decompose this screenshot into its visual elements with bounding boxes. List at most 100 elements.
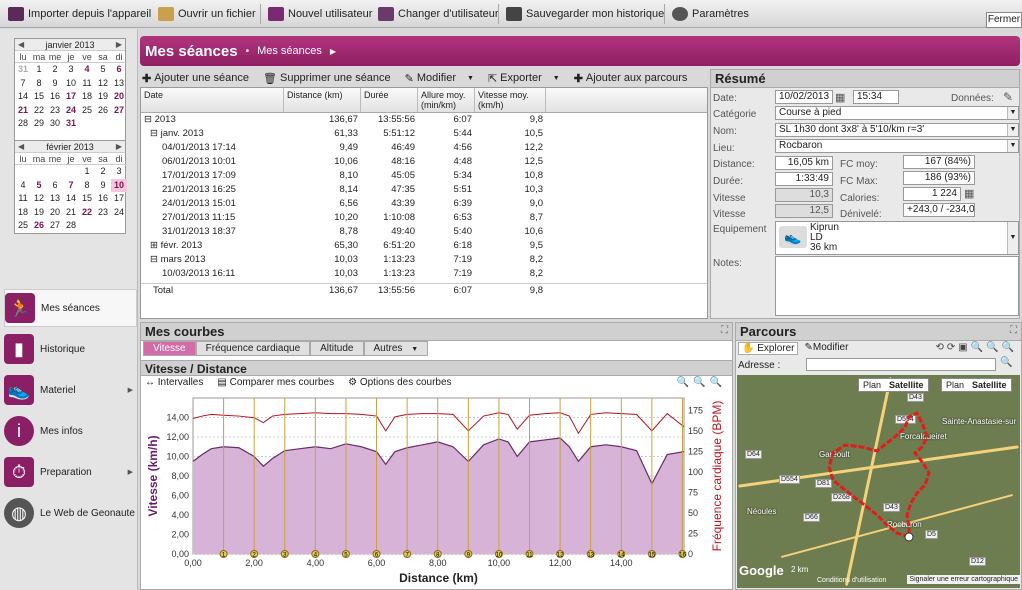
col-duree[interactable]: Durée bbox=[361, 88, 418, 112]
calendar-day[interactable]: 24 bbox=[111, 206, 127, 220]
table-row[interactable]: 27/01/2013 11:15 10,20 1:10:08 6:53 8,7 bbox=[141, 211, 707, 225]
nav-preparation[interactable]: ⏱ Preparation ▶ bbox=[4, 453, 137, 491]
maximize-icon[interactable]: ⛶ bbox=[1010, 325, 1017, 336]
calendar-icon[interactable]: ▦ bbox=[835, 91, 845, 104]
calendar-day[interactable]: 2 bbox=[95, 165, 111, 179]
table-row[interactable]: 17/01/2013 17:09 8,10 45:05 5:34 10,8 bbox=[141, 169, 707, 183]
modify-button[interactable]: ✎ Modifier ▼ bbox=[405, 72, 474, 85]
location-field[interactable]: Rocbaron ▼ bbox=[775, 139, 1019, 153]
calendar-day[interactable]: 17 bbox=[63, 90, 79, 104]
calendar-day[interactable]: 26 bbox=[95, 104, 111, 118]
calendar-day[interactable]: 19 bbox=[95, 90, 111, 104]
calendar-day[interactable]: 9 bbox=[95, 179, 111, 193]
calendar-day[interactable]: 3 bbox=[111, 165, 127, 179]
table-row[interactable]: 06/01/2013 10:01 10,06 48:16 4:48 12,5 bbox=[141, 155, 707, 169]
close-button[interactable]: Fermer bbox=[986, 12, 1022, 28]
calendar-day[interactable]: 30 bbox=[47, 117, 63, 131]
calendar-day[interactable]: 13 bbox=[111, 77, 127, 91]
col-distance[interactable]: Distance (km) bbox=[284, 88, 361, 112]
prev-month-icon[interactable]: ◀ bbox=[18, 39, 24, 51]
prev-month-icon[interactable]: ◀ bbox=[18, 141, 24, 153]
calendar-day[interactable]: 11 bbox=[15, 192, 31, 206]
tab-altitude[interactable]: Altitude bbox=[310, 341, 364, 356]
speed-distance-chart[interactable]: 0,00 2,00 4,00 6,00 8,00 10,00 12,00 14,00 0 25 50… bbox=[141, 392, 732, 589]
nav-web-geonaute[interactable]: ◍ Le Web de Geonaute bbox=[4, 494, 137, 532]
next-month-icon[interactable]: ▶ bbox=[116, 141, 122, 153]
elevation-field[interactable]: +243,0 / -234,0 bbox=[903, 203, 975, 217]
table-row[interactable]: 24/01/2013 15:01 6,56 43:39 6:39 9,0 bbox=[141, 197, 707, 211]
open-file-button[interactable]: Ouvrir un fichier bbox=[158, 5, 256, 23]
search-icon[interactable]: 🔍 bbox=[1000, 357, 1012, 368]
category-select[interactable]: Course à pied ▼ bbox=[775, 106, 1019, 120]
calendar-day[interactable]: 21 bbox=[15, 104, 31, 118]
modify-route-button[interactable]: ✎Modifier bbox=[804, 342, 848, 355]
intervals-button[interactable]: ↔ Intervalles bbox=[145, 377, 203, 391]
calendar-day[interactable]: 18 bbox=[79, 90, 95, 104]
col-vitesse[interactable]: Vitesse moy. (km/h) bbox=[475, 88, 546, 112]
calendar-day[interactable]: 8 bbox=[31, 77, 47, 91]
calendar-day[interactable]: 22 bbox=[79, 206, 95, 220]
date-field[interactable]: 10/02/2013 bbox=[775, 90, 833, 104]
calendar-day[interactable]: 24 bbox=[63, 104, 79, 118]
calendar-day[interactable]: 12 bbox=[31, 192, 47, 206]
breadcrumb[interactable]: Mes séances bbox=[257, 45, 322, 57]
calendar-day[interactable]: 14 bbox=[15, 90, 31, 104]
tab-frequence-cardiaque[interactable]: Fréquence cardiaque bbox=[195, 341, 311, 356]
add-to-routes-button[interactable]: ✚ Ajouter aux parcours bbox=[574, 72, 688, 85]
calendar-day[interactable]: 10 bbox=[111, 178, 127, 192]
calories-field[interactable]: 1 224 bbox=[903, 187, 961, 201]
calendar-day[interactable]: 23 bbox=[95, 206, 111, 220]
address-input[interactable] bbox=[806, 358, 996, 371]
name-field[interactable]: SL 1h30 dont 3x8' à 5'10/km r=3' ▼ bbox=[775, 123, 1019, 137]
distance-field[interactable]: 16,05 km bbox=[775, 156, 833, 170]
calendar-day[interactable]: 8 bbox=[79, 179, 95, 193]
calendar-day[interactable]: 7 bbox=[15, 77, 31, 91]
calendar-day[interactable]: 1 bbox=[79, 165, 95, 179]
equipment-field[interactable]: 👟 Kiprun LD 36 km ▼ bbox=[775, 221, 1019, 255]
calendar-day[interactable]: 12 bbox=[95, 77, 111, 91]
map-terms[interactable]: Conditions d'utilisation bbox=[817, 577, 886, 584]
table-row[interactable]: ⊞ févr. 2013 65,30 6:51:20 6:18 9,5 bbox=[141, 239, 707, 253]
notes-field[interactable] bbox=[775, 256, 1019, 316]
hr-avg-field[interactable]: 167 (84%) bbox=[903, 155, 975, 169]
data-edit-icon[interactable]: ✎ bbox=[1003, 90, 1013, 104]
map-tools[interactable]: ⟲⟳▣🔍🔍🔍 bbox=[935, 342, 1017, 353]
hr-max-field[interactable]: 186 (93%) bbox=[903, 171, 975, 185]
table-row[interactable]: ⊟ janv. 2013 61,33 5:51:12 5:44 10,5 bbox=[141, 127, 707, 141]
time-field[interactable]: 15:34 bbox=[853, 90, 899, 104]
calendar-day[interactable]: 6 bbox=[111, 63, 127, 77]
calendar-day[interactable]: 13 bbox=[47, 192, 63, 206]
table-row[interactable]: 21/01/2013 16:25 8,14 47:35 5:51 10,3 bbox=[141, 183, 707, 197]
calendar-day[interactable]: 7 bbox=[63, 179, 79, 193]
calendar-day[interactable]: 20 bbox=[47, 206, 63, 220]
import-button[interactable]: Importer depuis l'appareil bbox=[8, 5, 151, 23]
table-row[interactable]: ⊟ 2013 136,67 13:55:56 6:07 9,8 bbox=[141, 113, 707, 127]
calendar-day[interactable]: 18 bbox=[15, 206, 31, 220]
calendar-day[interactable]: 20 bbox=[111, 90, 127, 104]
calendar-day[interactable]: 4 bbox=[15, 179, 31, 193]
calendar-day[interactable]: 16 bbox=[95, 192, 111, 206]
table-row[interactable]: 10/03/2013 16:11 10,03 1:13:23 7:19 8,2 bbox=[141, 267, 707, 281]
calendar-day[interactable]: 27 bbox=[111, 104, 127, 118]
curve-options-button[interactable]: ⚙ Options des courbes bbox=[348, 377, 451, 391]
calendar-day[interactable]: 19 bbox=[31, 206, 47, 220]
calendar-day[interactable]: 23 bbox=[47, 104, 63, 118]
tab-autres[interactable]: Autres ▼ bbox=[363, 341, 429, 356]
calendar-day[interactable]: 2 bbox=[47, 63, 63, 77]
table-row[interactable]: 31/01/2013 18:37 8,78 49:40 5:40 10,6 bbox=[141, 225, 707, 239]
delete-session-button[interactable]: 🗑 Supprimer une séance bbox=[263, 72, 391, 85]
zoom-tools[interactable]: 🔍🔍🔍 bbox=[677, 377, 726, 388]
calendar-day[interactable]: 31 bbox=[15, 63, 31, 77]
new-user-button[interactable]: Nouvel utilisateur bbox=[268, 5, 372, 23]
calendar-day[interactable]: 15 bbox=[31, 90, 47, 104]
map-type-toggle-2[interactable]: Plan Satellite bbox=[941, 378, 1012, 392]
calendar-day[interactable]: 29 bbox=[31, 117, 47, 131]
calendar-day[interactable]: 21 bbox=[63, 206, 79, 220]
calendar-day[interactable]: 28 bbox=[15, 117, 31, 131]
calendar-day[interactable]: 28 bbox=[63, 219, 79, 233]
calendar-day[interactable]: 15 bbox=[79, 192, 95, 206]
maximize-icon[interactable]: ⛶ bbox=[721, 325, 728, 336]
calendar-day[interactable]: 16 bbox=[47, 90, 63, 104]
save-history-button[interactable]: Sauvegarder mon historique bbox=[506, 5, 664, 23]
duration-field[interactable]: 1:33:49 bbox=[775, 172, 833, 186]
